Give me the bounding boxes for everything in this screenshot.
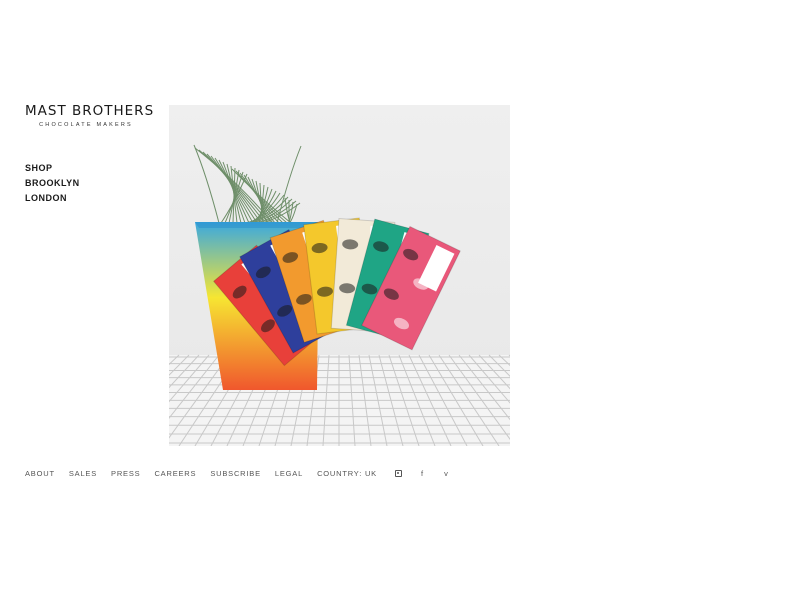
brand-logo[interactable]: MAST BROTHERS CHOCOLATE MAKERS — [25, 103, 155, 128]
footer-sales[interactable]: SALES — [69, 469, 97, 478]
social-links: f v — [394, 469, 466, 478]
hero-illustration — [169, 144, 510, 446]
vimeo-icon[interactable]: v — [442, 469, 450, 478]
facebook-icon[interactable]: f — [418, 469, 426, 478]
footer-careers[interactable]: CAREERS — [154, 469, 196, 478]
footer-legal[interactable]: LEGAL — [275, 469, 303, 478]
nav-shop[interactable]: SHOP — [25, 161, 80, 176]
hero-image — [169, 105, 510, 446]
footer: ABOUT SALES PRESS CAREERS SUBSCRIBE LEGA… — [25, 469, 466, 478]
brand-name: MAST BROTHERS — [25, 103, 155, 119]
instagram-icon[interactable] — [394, 470, 402, 477]
brand-tagline: CHOCOLATE MAKERS — [39, 122, 133, 128]
main-nav: SHOP BROOKLYN LONDON — [25, 161, 80, 206]
footer-subscribe[interactable]: SUBSCRIBE — [210, 469, 261, 478]
nav-brooklyn[interactable]: BROOKLYN — [25, 176, 80, 191]
footer-press[interactable]: PRESS — [111, 469, 140, 478]
footer-country[interactable]: COUNTRY: UK — [317, 469, 377, 478]
nav-london[interactable]: LONDON — [25, 191, 80, 206]
footer-about[interactable]: ABOUT — [25, 469, 55, 478]
page: MAST BROTHERS CHOCOLATE MAKERS SHOP BROO… — [0, 0, 800, 600]
